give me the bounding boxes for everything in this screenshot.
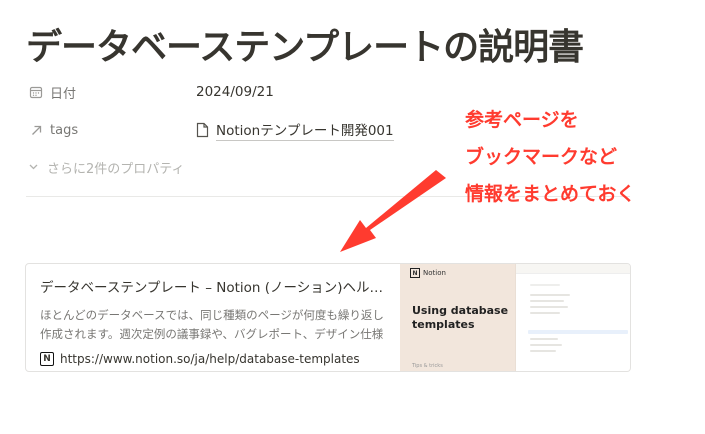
- thumbnail-screenshot: [515, 264, 630, 371]
- bookmark-url: N https://www.notion.so/ja/help/database…: [40, 352, 386, 366]
- thumbnail-line: [530, 306, 568, 308]
- thumbnail-brand-label: Notion: [423, 269, 446, 277]
- thumbnail-line: [530, 294, 570, 296]
- bookmark-url-text: https://www.notion.so/ja/help/database-t…: [60, 352, 360, 366]
- thumbnail-heading: Using database templates: [412, 304, 509, 331]
- bookmark-description: ほとんどのデータベースでは、同じ種類のページが何度も繰り返し作成されます。週次定…: [40, 308, 384, 341]
- thumbnail-footer: Tips & tricks: [412, 363, 443, 369]
- thumbnail-line: [530, 300, 564, 302]
- thumbnail-line: [530, 338, 558, 340]
- thumbnail-line: [530, 350, 556, 352]
- bookmark-text: データベーステンプレート – Notion (ノーション)ヘルプ… ほとんどのデ…: [26, 264, 400, 371]
- bookmark-block[interactable]: データベーステンプレート – Notion (ノーション)ヘルプ… ほとんどのデ…: [25, 263, 631, 372]
- notion-logo-icon: N: [410, 268, 420, 278]
- thumbnail-line: [528, 330, 628, 334]
- thumbnail-line: [530, 344, 562, 346]
- bookmark-title: データベーステンプレート – Notion (ノーション)ヘルプ…: [40, 280, 386, 296]
- thumbnail-line: [530, 284, 560, 286]
- bookmark-thumbnail: N Notion Using database templates Tips &…: [400, 264, 630, 371]
- thumbnail-window-bar: [516, 264, 630, 274]
- thumbnail-line: [530, 312, 560, 314]
- notion-favicon-icon: N: [40, 352, 54, 366]
- thumbnail-brand: N Notion: [410, 268, 446, 278]
